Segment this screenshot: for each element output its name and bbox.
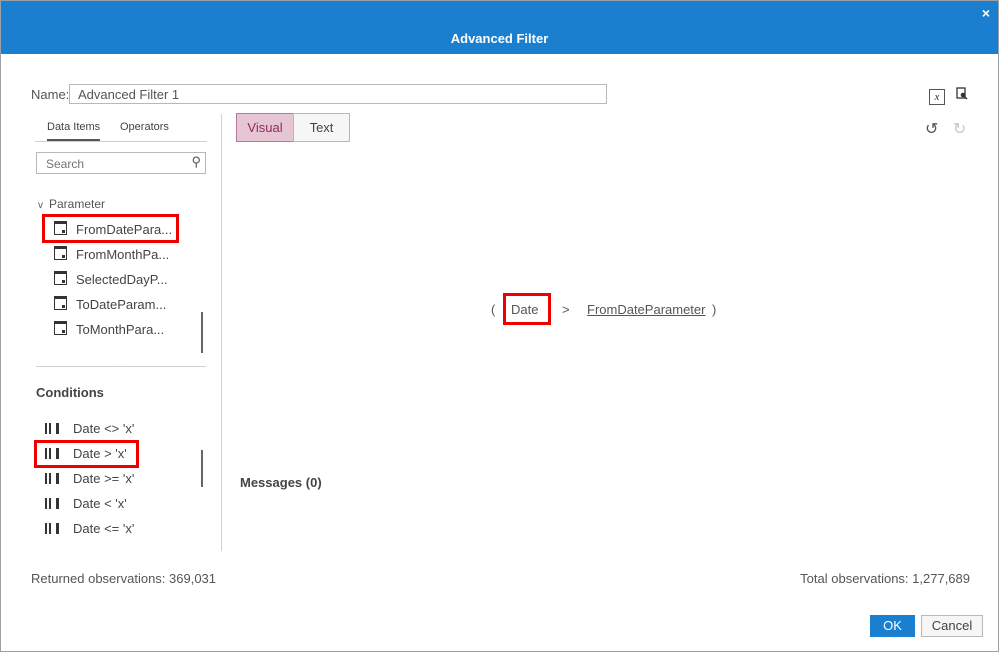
expression-operator[interactable]: >: [562, 302, 570, 317]
calendar-icon: [54, 246, 67, 260]
tab-operators[interactable]: Operators: [120, 121, 169, 133]
parameter-item[interactable]: SelectedDayP...: [54, 271, 168, 289]
left-panel-tabs: Data Items Operators: [35, 115, 207, 142]
tab-data-items[interactable]: Data Items: [47, 121, 101, 141]
conditions-title: Conditions: [36, 385, 104, 400]
advanced-filter-dialog: Advanced Filter × Name: x ↺ ↻ Data Items…: [0, 0, 999, 652]
open-paren: (: [491, 302, 496, 317]
parameters-scrollbar[interactable]: [201, 312, 203, 353]
search-icon: ⚲: [191, 154, 201, 169]
parameter-group-header[interactable]: v Parameter: [38, 197, 105, 211]
parameter-label: ToMonthPara...: [76, 322, 165, 337]
parameter-label: ToDateParam...: [76, 297, 167, 312]
close-paren: ): [712, 302, 717, 317]
close-icon[interactable]: ×: [982, 5, 990, 21]
top-toolbar: x: [929, 87, 975, 105]
highlight-box: [34, 440, 139, 468]
returned-observations: Returned observations: 369,031: [31, 571, 217, 586]
condition-item[interactable]: Date < 'x': [45, 495, 127, 513]
condition-label: Date <= 'x': [73, 521, 135, 536]
condition-icon: [45, 498, 59, 509]
redo-icon: ↻: [952, 121, 967, 138]
panel-divider: [221, 114, 222, 551]
parameter-label: SelectedDayP...: [76, 272, 168, 287]
condition-label: Date <> 'x': [73, 421, 135, 436]
ok-button[interactable]: OK: [870, 615, 915, 637]
cancel-button[interactable]: Cancel: [921, 615, 983, 637]
parameter-item[interactable]: ToMonthPara...: [54, 321, 164, 339]
condition-icon: [45, 473, 59, 484]
dialog-titlebar: Advanced Filter ×: [1, 1, 998, 54]
divider: [36, 366, 206, 367]
calendar-icon: [54, 296, 67, 310]
parameter-item[interactable]: ToDateParam...: [54, 296, 166, 314]
condition-icon: [45, 523, 59, 534]
messages-label: Messages (0): [240, 475, 322, 490]
name-label: Name:: [31, 87, 70, 102]
condition-icon: [45, 423, 59, 434]
resize-handle[interactable]: ....: [113, 359, 124, 370]
expression-icon[interactable]: x: [929, 89, 945, 105]
calendar-icon: [54, 271, 67, 285]
condition-item[interactable]: Date >= 'x': [45, 470, 134, 488]
dialog-title: Advanced Filter: [450, 31, 549, 46]
visual-button[interactable]: Visual: [236, 113, 294, 142]
parameter-group-label: Parameter: [49, 197, 106, 211]
expression-parameter[interactable]: FromDateParameter: [587, 302, 705, 317]
undo-icon[interactable]: ↺: [925, 121, 938, 138]
inspect-icon[interactable]: [955, 87, 969, 101]
parameter-item[interactable]: FromMonthPa...: [54, 246, 169, 264]
search-box[interactable]: ⚲: [36, 152, 206, 174]
condition-label: Date >= 'x': [73, 471, 135, 486]
parameter-label: FromMonthPa...: [76, 247, 170, 262]
undo-redo-group: ↺ ↻: [925, 119, 976, 139]
condition-label: Date < 'x': [73, 496, 127, 511]
calendar-icon: [54, 321, 67, 335]
highlight-box: [42, 214, 179, 243]
condition-item[interactable]: Date <= 'x': [45, 520, 134, 538]
name-input[interactable]: [69, 84, 607, 104]
condition-item[interactable]: Date <> 'x': [45, 420, 134, 438]
conditions-scrollbar[interactable]: [201, 450, 203, 487]
text-button[interactable]: Text: [293, 113, 350, 142]
total-observations: Total observations: 1,277,689: [800, 571, 970, 586]
chevron-down-icon: v: [38, 200, 43, 211]
search-input[interactable]: [44, 156, 178, 172]
highlight-box: [503, 293, 551, 325]
